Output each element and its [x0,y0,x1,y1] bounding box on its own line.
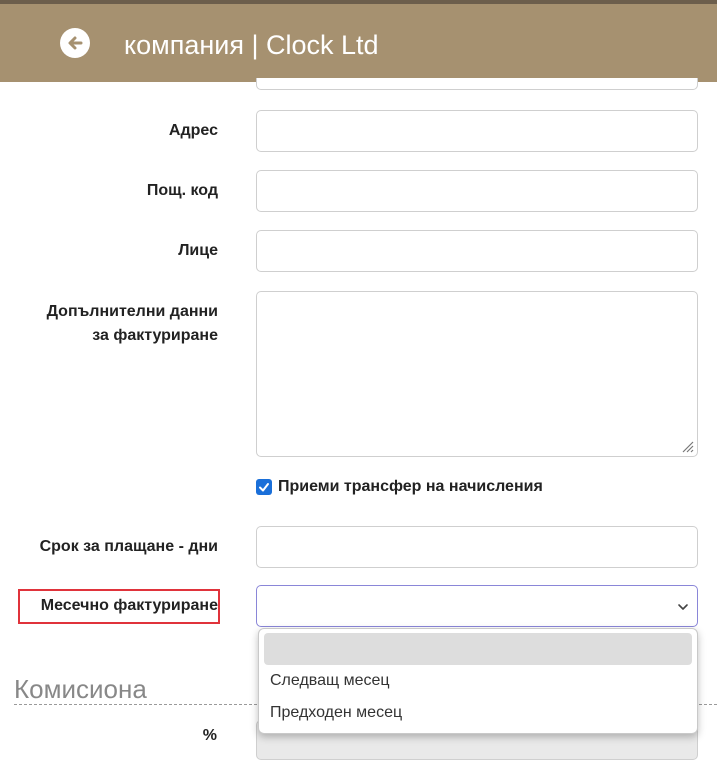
dropdown-option-next-month[interactable]: Следващ месец [264,665,692,697]
address-label: Адрес [168,122,218,139]
additional-billing-label: Допълнителни данни за фактуриране [47,300,218,348]
arrow-left-icon [68,36,83,50]
monthly-billing-dropdown[interactable]: Следващ месец Предходен месец [258,628,698,734]
monthly-billing-label: Месечно фактуриране [40,597,218,614]
payment-term-label: Срок за плащане - дни [39,538,218,555]
additional-billing-label-line2: за фактуриране [92,327,218,344]
accept-transfer-label: Приеми трансфер на начисления [278,478,543,495]
page-title: компания | Clock Ltd [124,30,379,60]
dropdown-option-empty[interactable] [264,633,692,665]
postcode-label: Пощ. код [146,182,218,199]
back-button[interactable] [60,28,90,58]
chevron-down-icon [678,604,688,610]
app-header: компания | Clock Ltd [0,0,717,82]
additional-billing-label-line1: Допълнителни данни [46,303,218,320]
postcode-input[interactable] [256,170,698,212]
person-input[interactable] [256,230,698,272]
previous-field-input[interactable] [256,78,698,90]
payment-term-input[interactable] [256,526,698,568]
accept-transfer-row[interactable]: Приеми трансфер на начисления [256,478,543,496]
commissions-section-title: Комисиона [14,674,147,704]
person-label: Лице [178,242,218,259]
address-input[interactable] [256,110,698,152]
percent-label: % [202,727,217,744]
accept-transfer-checkbox[interactable] [256,479,272,495]
check-icon [259,483,269,492]
dropdown-option-previous-month[interactable]: Предходен месец [264,697,692,729]
resize-handle-icon[interactable] [680,439,694,453]
monthly-billing-select[interactable] [256,585,698,627]
additional-billing-textarea[interactable] [256,291,698,457]
